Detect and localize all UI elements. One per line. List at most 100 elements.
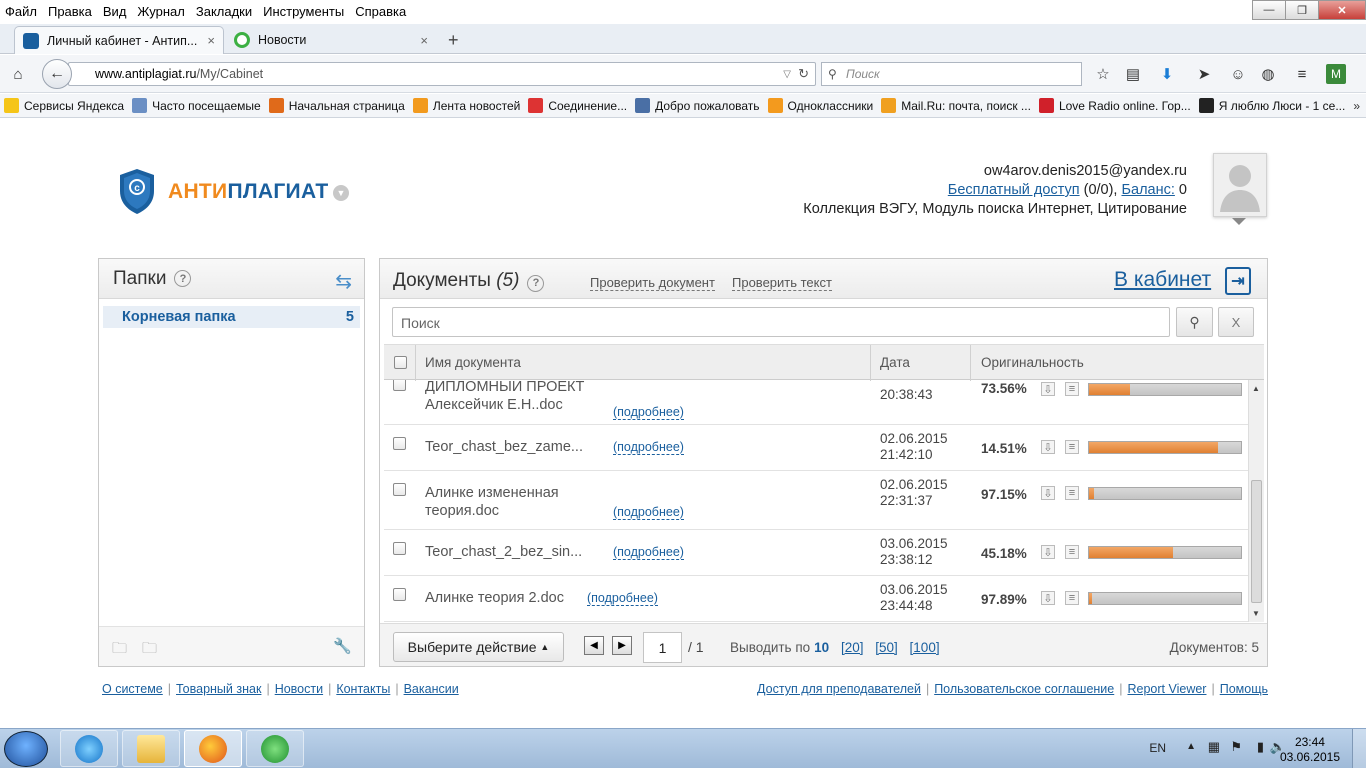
to-cabinet-link[interactable]: В кабинет <box>1114 268 1211 292</box>
antiplagiat-logo-icon[interactable]: c <box>118 167 156 215</box>
report-doc-icon[interactable]: ≡ <box>1065 440 1079 454</box>
report-export-icon[interactable]: ⇩ <box>1041 486 1055 500</box>
row-checkbox[interactable] <box>393 483 406 496</box>
swap-icon[interactable]: ⇆ <box>335 269 352 294</box>
footer-report-viewer-link[interactable]: Report Viewer <box>1127 682 1206 696</box>
tab-news[interactable]: Новости × <box>226 26 436 54</box>
documents-search-button[interactable]: ⚲ <box>1176 307 1213 337</box>
taskbar-app[interactable] <box>246 730 304 767</box>
scrollbar-thumb[interactable] <box>1251 480 1262 603</box>
downloads-icon[interactable]: ⬇ <box>1157 64 1177 84</box>
add-folder-icon[interactable]: 🗀 <box>112 638 127 663</box>
language-indicator[interactable]: EN <box>1149 741 1166 755</box>
document-name[interactable]: Teor_chast_bez_zame... <box>425 438 583 456</box>
table-row[interactable]: Алинке измененная теория.doc (подробнее) … <box>384 471 1248 530</box>
next-page-button[interactable]: ▶ <box>612 636 632 655</box>
browser-search-input[interactable]: ⚲ Поиск <box>821 62 1082 86</box>
free-access-link[interactable]: Бесплатный доступ <box>948 182 1080 198</box>
avatar[interactable] <box>1213 153 1267 217</box>
extension-icon[interactable]: M <box>1326 64 1346 84</box>
bookmark-item[interactable]: Лента новостей <box>412 98 520 113</box>
table-scrollbar[interactable]: ▲ ▼ <box>1248 380 1264 622</box>
balance-link[interactable]: Баланс: <box>1121 182 1174 198</box>
per-page-20[interactable]: [20] <box>841 640 864 655</box>
per-page-50[interactable]: [50] <box>875 640 898 655</box>
document-name[interactable]: Алинке измененная теория.doc <box>425 484 559 520</box>
report-export-icon[interactable]: ⇩ <box>1041 440 1055 454</box>
menu-edit[interactable]: Правка <box>43 4 98 19</box>
report-doc-icon[interactable]: ≡ <box>1065 486 1079 500</box>
url-bar[interactable]: www.antiplagiat.ru/My/Cabinet ▽ ↻ <box>68 62 816 86</box>
battery-icon[interactable]: ▮ <box>1257 739 1264 755</box>
report-export-icon[interactable]: ⇩ <box>1041 382 1055 396</box>
more-link[interactable]: (подробнее) <box>613 406 684 420</box>
folder-item-root[interactable]: Корневая папка 5 <box>103 306 360 328</box>
reload-icon[interactable]: ↻ <box>798 66 809 82</box>
per-page-100[interactable]: [100] <box>910 640 940 655</box>
document-name[interactable]: ДИПЛОМНЫЙ ПРОЕКТ Алексейчик Е.Н..doc <box>425 380 584 414</box>
row-checkbox[interactable] <box>393 437 406 450</box>
logo-text[interactable]: АНТИПЛАГИАТ <box>168 180 329 204</box>
document-name[interactable]: Алинке теория 2.doc <box>425 589 564 607</box>
avatar-dropdown-icon[interactable] <box>1232 218 1246 225</box>
column-date[interactable]: Дата <box>880 355 910 370</box>
chat-icon[interactable]: ☺ <box>1228 64 1248 84</box>
more-link[interactable]: (подробнее) <box>613 506 684 520</box>
report-doc-icon[interactable]: ≡ <box>1065 545 1079 559</box>
table-row[interactable]: Алинке теория 2.doc (подробнее) 03.06.20… <box>384 576 1248 622</box>
footer-help-link[interactable]: Помощь <box>1220 682 1268 696</box>
report-export-icon[interactable]: ⇩ <box>1041 545 1055 559</box>
check-document-link[interactable]: Проверить документ <box>590 276 715 291</box>
bookmarks-list-icon[interactable]: ▤ <box>1123 64 1143 84</box>
send-icon[interactable]: ➤ <box>1194 64 1214 84</box>
row-checkbox[interactable] <box>393 380 406 391</box>
tray-expand-icon[interactable]: ▲ <box>1186 741 1196 752</box>
scroll-up-icon[interactable]: ▲ <box>1252 384 1260 393</box>
delete-folder-icon[interactable]: 🗀 <box>142 638 157 663</box>
tab-cabinet[interactable]: Личный кабинет - Антип... × <box>14 26 224 54</box>
documents-help-icon[interactable]: ? <box>527 274 545 292</box>
enter-cabinet-icon[interactable]: ⇥ <box>1225 267 1251 295</box>
footer-about-link[interactable]: О системе <box>102 682 163 696</box>
prev-page-button[interactable]: ◀ <box>584 636 604 655</box>
column-originality[interactable]: Оригинальность <box>981 355 1084 370</box>
folders-help-icon[interactable]: ? <box>174 270 192 287</box>
network-icon[interactable]: ▦ <box>1208 739 1220 755</box>
bookmark-star-icon[interactable]: ☆ <box>1093 64 1113 84</box>
report-export-icon[interactable]: ⇩ <box>1041 591 1055 605</box>
footer-news-link[interactable]: Новости <box>275 682 323 696</box>
windows-start-button[interactable] <box>4 731 48 767</box>
page-number-input[interactable]: 1 <box>643 632 682 663</box>
new-tab-button[interactable]: + <box>440 26 466 54</box>
menu-bookmarks[interactable]: Закладки <box>191 4 258 19</box>
bookmark-item[interactable]: Начальная страница <box>268 98 405 113</box>
tab-close-icon[interactable]: × <box>207 33 215 48</box>
menu-help[interactable]: Справка <box>350 4 412 19</box>
bookmark-item[interactable]: Часто посещаемые <box>132 98 261 113</box>
logo-dropdown-icon[interactable]: ▼ <box>333 185 349 201</box>
url-dropdown-icon[interactable]: ▽ <box>783 69 791 80</box>
table-row[interactable]: Teor_chast_bez_zame... (подробнее) 02.06… <box>384 425 1248 471</box>
bookmark-item[interactable]: Mail.Ru: почта, поиск ... <box>881 98 1031 113</box>
taskbar-ie[interactable] <box>60 730 118 767</box>
minimize-button[interactable]: — <box>1252 0 1286 20</box>
documents-search-input[interactable]: Поиск <box>392 307 1170 337</box>
bookmark-item[interactable]: Соединение... <box>528 98 627 113</box>
footer-agreement-link[interactable]: Пользовательское соглашение <box>934 682 1114 696</box>
home-icon[interactable]: ⌂ <box>8 64 28 84</box>
menu-file[interactable]: Файл <box>0 4 43 19</box>
more-link[interactable]: (подробнее) <box>613 546 684 560</box>
more-link[interactable]: (подробнее) <box>613 441 684 455</box>
back-button[interactable]: ← <box>42 59 72 89</box>
menu-view[interactable]: Вид <box>98 4 133 19</box>
documents-clear-button[interactable]: X <box>1218 307 1254 337</box>
bookmark-item[interactable]: Я люблю Люси - 1 се... <box>1198 98 1345 113</box>
footer-vacancies-link[interactable]: Вакансии <box>404 682 459 696</box>
menu-tools[interactable]: Инструменты <box>258 4 350 19</box>
pocket-icon[interactable]: ◍ <box>1258 64 1278 84</box>
table-row[interactable]: ДИПЛОМНЫЙ ПРОЕКТ Алексейчик Е.Н..doc (под… <box>384 380 1248 425</box>
show-desktop-button[interactable] <box>1352 729 1366 768</box>
taskbar-firefox[interactable] <box>184 730 242 767</box>
table-row[interactable]: Teor_chast_2_bez_sin... (подробнее) 03.0… <box>384 530 1248 576</box>
maximize-button[interactable]: ❐ <box>1285 0 1319 20</box>
